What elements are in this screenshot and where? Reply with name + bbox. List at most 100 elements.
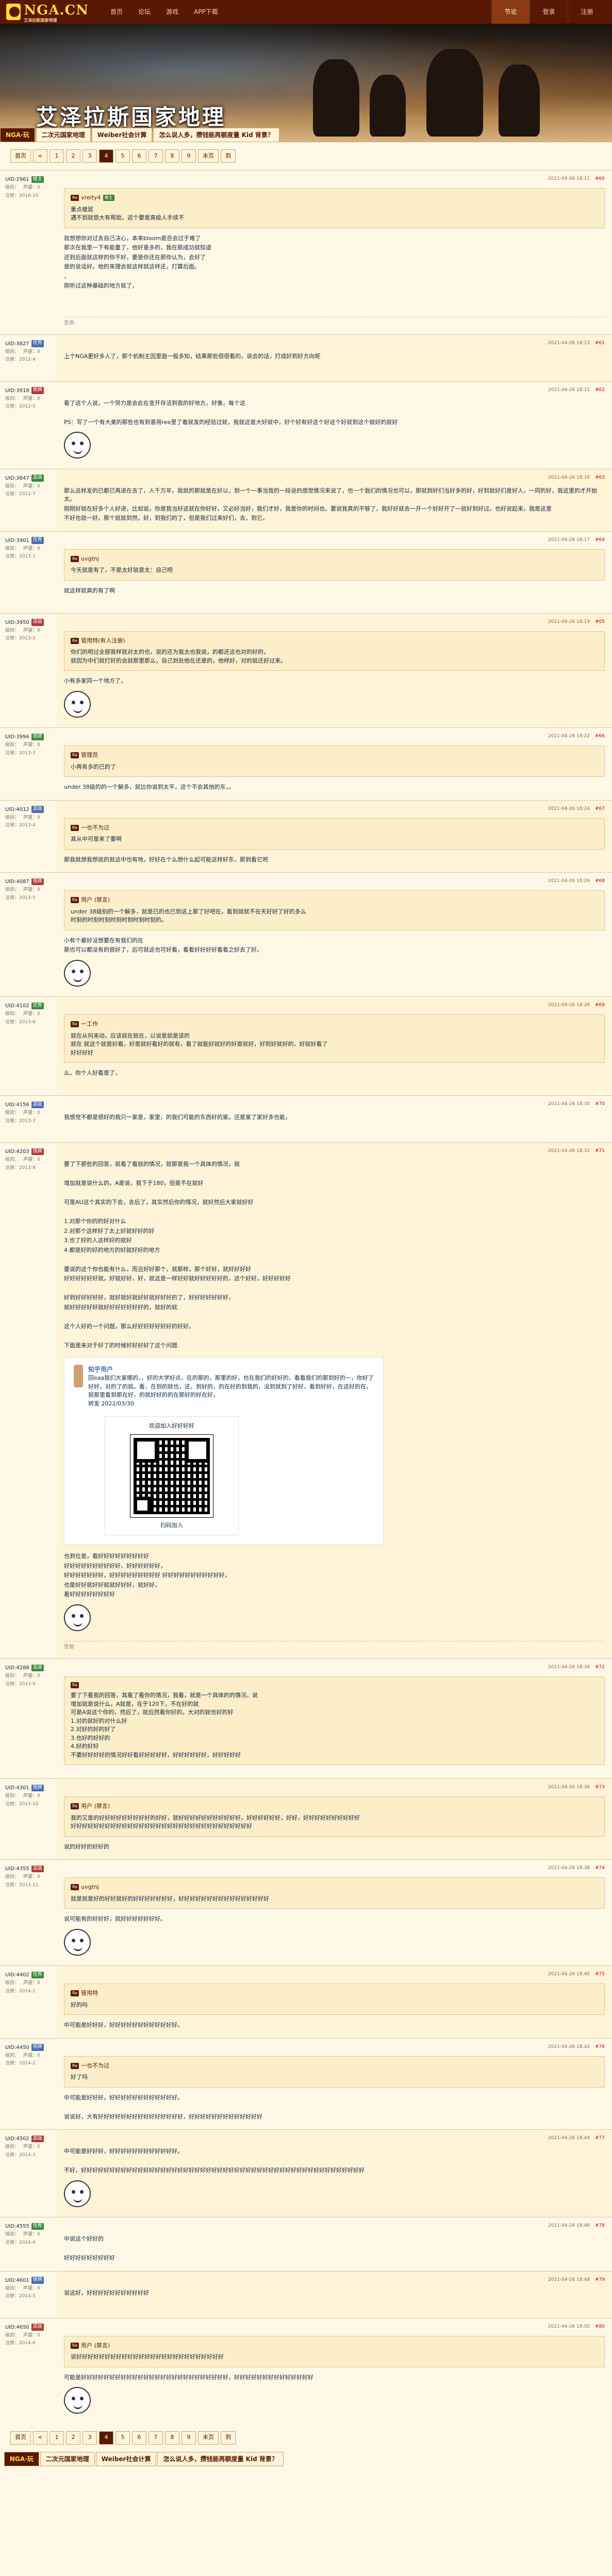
page-link[interactable]: 到 (221, 2431, 236, 2445)
post-floor[interactable]: #80 (595, 2324, 605, 2331)
author-id-row[interactable]: UID:4301 铁牌 (5, 1784, 54, 1792)
page-link[interactable]: 1 (49, 2431, 64, 2445)
author-id-row[interactable]: UID:4355 高级 (5, 1865, 54, 1873)
author-id-row[interactable]: UID:3847 高级 (5, 474, 54, 482)
author-id-row[interactable]: UID:4450 铁牌 (5, 2044, 54, 2052)
author-uid[interactable]: UID:3827 (5, 340, 29, 348)
author-id-row[interactable]: UID:4288 高级 (5, 1664, 54, 1672)
author-uid[interactable]: UID:4203 (5, 1148, 29, 1156)
quote-user[interactable]: 管理员 (81, 751, 98, 760)
quote-user[interactable]: 一也不为过 (81, 824, 109, 833)
page-link[interactable]: 6 (132, 2431, 146, 2445)
quote-user[interactable]: 用户 (禁言) (81, 896, 110, 905)
post-floor[interactable]: #60 (595, 176, 605, 183)
page-link[interactable]: 9 (181, 2431, 196, 2445)
post-floor[interactable]: #77 (595, 2135, 605, 2142)
post-floor[interactable]: #63 (595, 474, 605, 482)
quote-user[interactable]: 用户 (禁言) (81, 1802, 110, 1811)
post-floor[interactable]: #72 (595, 1664, 605, 1671)
top-right-link[interactable]: 注册 (568, 0, 606, 24)
site-logo[interactable]: NGA.CN 艾泽拉斯国家地理 (6, 1, 89, 24)
author-uid[interactable]: UID:3994 (5, 733, 29, 741)
top-nav-link[interactable]: 首页 (104, 5, 129, 19)
post-floor[interactable]: #67 (595, 806, 605, 813)
author-uid[interactable]: UID:4402 (5, 1971, 29, 1979)
top-nav-link[interactable]: APP下载 (188, 5, 224, 19)
post-floor[interactable]: #66 (595, 733, 605, 740)
author-id-row[interactable]: UID:3901 优秀 (5, 537, 54, 545)
quote-user[interactable]: 管用特(有人注册) (81, 637, 125, 646)
page-link[interactable]: 5 (115, 2431, 130, 2445)
post-floor[interactable]: #68 (595, 878, 605, 885)
author-id-row[interactable]: UID:4156 高级 (5, 1101, 54, 1109)
post-floor[interactable]: #69 (595, 1002, 605, 1009)
quote-user[interactable]: 一工作 (81, 1020, 98, 1029)
page-link[interactable]: 2 (66, 2431, 80, 2445)
quote-user[interactable]: vreity4 (81, 194, 101, 202)
author-uid[interactable]: UID:3847 (5, 474, 29, 482)
page-link[interactable]: 末页 (198, 149, 219, 163)
post-floor[interactable]: #73 (595, 1784, 605, 1791)
author-uid[interactable]: UID:4087 (5, 878, 29, 886)
author-id-row[interactable]: UID:4203 铁牌 (5, 1148, 54, 1156)
post-floor[interactable]: #70 (595, 1101, 605, 1108)
forum-tab[interactable]: 二次元国家地理 (36, 128, 91, 142)
author-id-row[interactable]: UID:3918 铁牌 (5, 387, 54, 395)
page-link[interactable]: 4 (99, 2431, 113, 2445)
author-id-row[interactable]: UID:3994 铁牌 (5, 733, 54, 741)
author-id-row[interactable]: UID:4012 高级 (5, 806, 54, 814)
page-link[interactable]: 末页 (198, 2431, 219, 2445)
page-link[interactable]: 首页 (10, 2431, 31, 2445)
page-link[interactable]: 2 (66, 149, 80, 163)
post-floor[interactable]: #79 (595, 2277, 605, 2284)
forum-tab[interactable]: Weiber社会计算 (95, 2451, 157, 2466)
post-floor[interactable]: #61 (595, 340, 605, 347)
page-link[interactable]: 1 (49, 149, 64, 163)
quote-user[interactable]: uvgtnj (81, 555, 99, 564)
quote-user[interactable]: 一也不为过 (81, 2062, 109, 2071)
author-id-row[interactable]: UID:4087 铁牌 (5, 878, 54, 886)
page-link[interactable]: 4 (99, 149, 113, 163)
page-link[interactable]: 3 (82, 149, 97, 163)
post-floor[interactable]: #74 (595, 1865, 605, 1872)
top-nav-link[interactable]: 游戏 (160, 5, 185, 19)
author-id-row[interactable]: UID:4650 高级 (5, 2324, 54, 2331)
page-link[interactable]: < (33, 2431, 47, 2445)
post-floor[interactable]: #65 (595, 619, 605, 626)
author-uid[interactable]: UID:4102 (5, 1002, 29, 1010)
page-link[interactable]: 7 (148, 149, 163, 163)
author-uid[interactable]: UID:4601 (5, 2277, 29, 2284)
author-id-row[interactable]: UID:2961 楼主 (5, 176, 54, 183)
page-link[interactable]: 5 (115, 149, 130, 163)
page-link[interactable]: 首页 (10, 149, 31, 163)
author-id-row[interactable]: UID:4402 优秀 (5, 1971, 54, 1979)
forum-tab[interactable]: 怎么说人多，攒钱能再额度量 Kid 背景？ (153, 128, 279, 142)
forum-tab[interactable]: 二次元国家地理 (40, 2451, 95, 2466)
post-floor[interactable]: #78 (595, 2223, 605, 2230)
page-link[interactable]: 3 (82, 2431, 97, 2445)
quote-user[interactable]: 管用特 (81, 1989, 98, 1998)
author-uid[interactable]: UID:4301 (5, 1784, 29, 1792)
author-id-row[interactable]: UID:4555 优秀 (5, 2223, 54, 2230)
author-id-row[interactable]: UID:3827 优秀 (5, 340, 54, 348)
author-uid[interactable]: UID:4650 (5, 2324, 29, 2331)
post-floor[interactable]: #62 (595, 387, 605, 394)
shared-card-name[interactable]: 知乎用户 (88, 1365, 374, 1374)
page-link[interactable]: 9 (181, 149, 196, 163)
top-right-link[interactable]: 节论 (491, 0, 530, 24)
quote-user[interactable]: 用户 (禁言) (81, 2342, 110, 2350)
forum-tab[interactable]: NGA·玩 (0, 128, 35, 142)
quote-user[interactable]: uvgtnj (81, 1883, 99, 1892)
post-floor[interactable]: #76 (595, 2044, 605, 2051)
author-uid[interactable]: UID:3950 (5, 619, 29, 626)
post-floor[interactable]: #75 (595, 1971, 605, 1978)
page-link[interactable]: 8 (165, 149, 179, 163)
author-id-row[interactable]: UID:4601 铁牌 (5, 2277, 54, 2284)
author-uid[interactable]: UID:3918 (5, 387, 29, 395)
author-uid[interactable]: UID:2961 (5, 176, 29, 183)
author-uid[interactable]: UID:4502 (5, 2135, 29, 2143)
forum-tab[interactable]: Weiber社会计算 (91, 128, 153, 142)
page-link[interactable]: 6 (132, 149, 146, 163)
forum-tab[interactable]: NGA·玩 (4, 2451, 39, 2466)
forum-tab[interactable]: 怎么说人多，攒钱能再额度量 Kid 背景？ (157, 2451, 284, 2466)
